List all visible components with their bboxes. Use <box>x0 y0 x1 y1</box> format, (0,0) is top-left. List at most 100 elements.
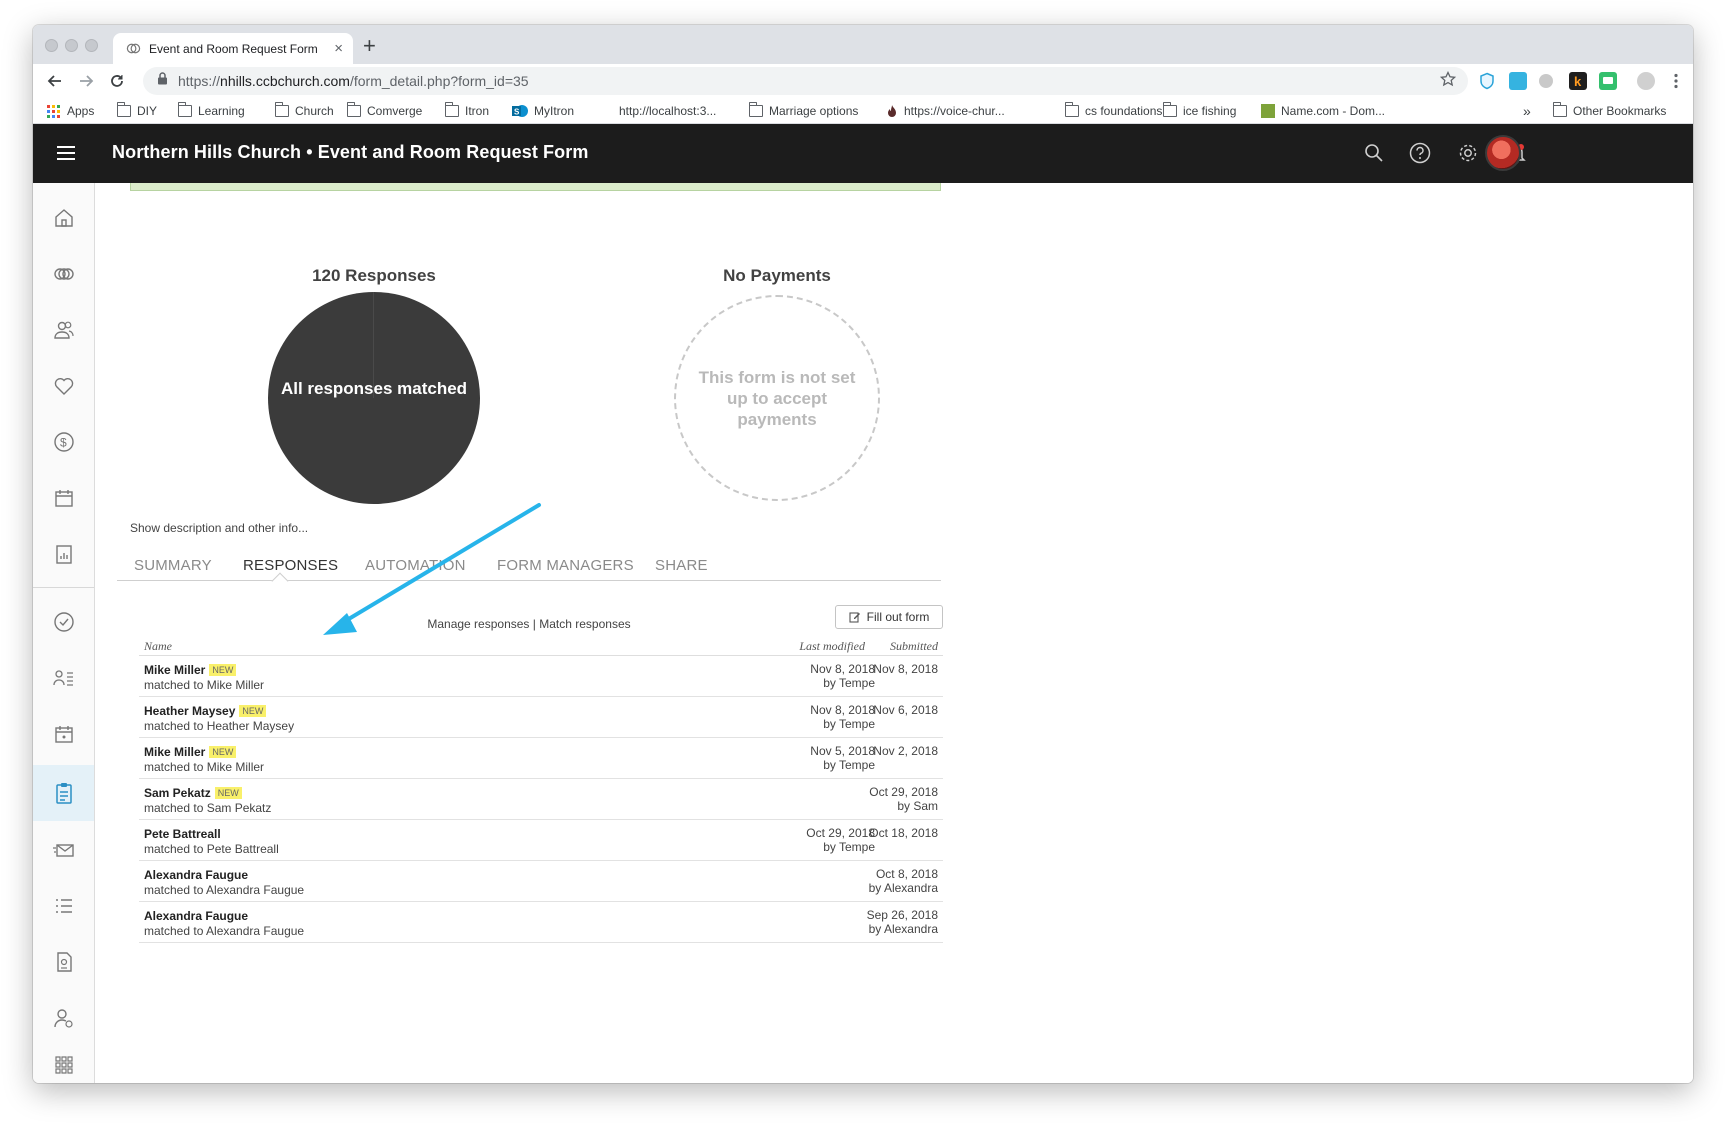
table-row[interactable]: Pete Battreall matched to Pete Battreall O… <box>139 820 943 861</box>
fill-out-form-button[interactable]: Fill out form <box>835 605 943 629</box>
bookmark-learning[interactable]: Learning <box>178 102 245 120</box>
submitted-date: Sep 26, 2018 <box>866 908 938 922</box>
header-name[interactable]: Name <box>144 639 172 654</box>
table-row[interactable]: Heather Maysey NEW matched to Heather Mays… <box>139 697 943 738</box>
response-name[interactable]: Mike Miller NEW <box>144 663 237 677</box>
header-submitted[interactable]: Submitted <box>835 639 938 654</box>
gear-icon[interactable] <box>1455 140 1481 166</box>
response-name[interactable]: Pete Battreall <box>144 827 221 841</box>
page-title: Northern Hills Church • Event and Room R… <box>112 142 589 162</box>
browser-tab[interactable]: Event and Room Request Form × <box>113 33 353 64</box>
manage-responses-link[interactable]: Manage responses <box>427 617 529 631</box>
profile-icon[interactable] <box>1637 72 1655 90</box>
bookmark-voice-church[interactable]: https://voice-chur... <box>886 102 1005 120</box>
tab-share[interactable]: SHARE <box>655 557 708 574</box>
bookmark-apps[interactable]: Apps <box>47 102 94 120</box>
response-name[interactable]: Alexandra Faugue <box>144 909 248 923</box>
edit-icon <box>849 612 860 623</box>
sidebar-item-forms[interactable] <box>33 765 94 821</box>
sidebar-item-apps[interactable] <box>33 1045 94 1083</box>
payments-title: No Payments <box>723 266 831 285</box>
new-badge: NEW <box>209 746 237 758</box>
close-window-button[interactable] <box>45 39 58 52</box>
response-name[interactable]: Heather Maysey NEW <box>144 704 267 718</box>
back-arrow-icon[interactable] <box>43 69 67 93</box>
tab-close-icon[interactable]: × <box>334 40 343 57</box>
sidebar-item-events[interactable] <box>33 709 94 759</box>
response-name[interactable]: Sam Pekatz NEW <box>144 786 242 800</box>
bookmarks-overflow-button[interactable]: » <box>1523 102 1531 120</box>
sidebar-item-reports[interactable] <box>33 529 94 579</box>
clipboard-icon <box>55 783 72 804</box>
response-name[interactable]: Alexandra Faugue <box>144 868 248 882</box>
bookmark-label: DIY <box>137 104 158 118</box>
bookmark-diy[interactable]: DIY <box>117 102 157 120</box>
minimize-window-button[interactable] <box>65 39 78 52</box>
people-list-icon <box>52 670 73 686</box>
sidebar-item-processes[interactable] <box>33 881 94 931</box>
forward-arrow-icon[interactable] <box>74 69 98 93</box>
url-path: /form_detail.php?form_id=35 <box>349 73 529 89</box>
matched-to-text: matched to Mike Miller <box>144 678 265 692</box>
bookmark-namecom[interactable]: Name.com - Dom... <box>1261 102 1385 120</box>
sidebar-item-home[interactable] <box>33 193 94 243</box>
sidebar-item-groups[interactable] <box>33 249 94 299</box>
show-description-link[interactable]: Show description and other info... <box>130 521 308 535</box>
response-name-text: Sam Pekatz <box>144 786 211 800</box>
help-icon[interactable] <box>1407 140 1433 166</box>
match-responses-link[interactable]: Match responses <box>539 617 630 631</box>
bookmark-church[interactable]: Church <box>275 102 334 120</box>
sidebar-item-calendar[interactable] <box>33 473 94 523</box>
search-icon[interactable] <box>1361 140 1387 166</box>
table-row[interactable]: Sam Pekatz NEW matched to Sam Pekatz Oct 29… <box>139 779 943 820</box>
response-name-text: Heather Maysey <box>144 704 236 718</box>
chat-extension-icon[interactable] <box>1599 72 1617 90</box>
annotation-arrow <box>323 503 541 635</box>
reload-icon[interactable] <box>105 69 129 93</box>
user-avatar[interactable] <box>1485 135 1521 171</box>
table-row[interactable]: Mike Miller NEW matched to Mike Miller Nov … <box>139 738 943 779</box>
sidebar-item-tasks[interactable] <box>33 597 94 647</box>
table-row[interactable]: Mike Miller NEW matched to Mike Miller Nov … <box>139 656 943 697</box>
tab-responses[interactable]: RESPONSES <box>243 557 338 574</box>
grid-icon <box>54 1056 73 1074</box>
sidebar-item-people[interactable] <box>33 305 94 355</box>
sidebar-item-attendance[interactable] <box>33 653 94 703</box>
last-modified-by: by Tempe <box>823 717 875 731</box>
star-bookmark-icon[interactable] <box>1439 70 1457 92</box>
menu-dots-icon[interactable] <box>1667 72 1685 90</box>
sidebar-item-giving[interactable]: $ <box>33 417 94 467</box>
k-extension-icon[interactable]: k <box>1569 72 1587 90</box>
new-tab-button[interactable]: + <box>363 33 376 59</box>
sidebar-item-care[interactable] <box>33 361 94 411</box>
address-bar[interactable]: https://nhills.ccbchurch.com/form_detail… <box>143 67 1468 95</box>
sidebar-item-profile[interactable] <box>33 993 94 1043</box>
bookmark-itron[interactable]: Itron <box>445 102 489 120</box>
bookmark-myitron[interactable]: S MyItron <box>512 102 574 120</box>
table-row[interactable]: Alexandra Faugue matched to Alexandra Fau… <box>139 902 943 943</box>
bookmark-cs-foundations[interactable]: cs foundations <box>1065 102 1162 120</box>
active-tab-indicator <box>271 572 289 590</box>
response-name[interactable]: Mike Miller NEW <box>144 745 237 759</box>
responses-pie-chart[interactable]: All responses matched <box>268 292 480 504</box>
maximize-window-button[interactable] <box>85 39 98 52</box>
sidebar-item-documents[interactable] <box>33 937 94 987</box>
hamburger-menu-icon[interactable] <box>57 146 75 160</box>
tab-summary[interactable]: SUMMARY <box>134 557 212 574</box>
submitted-by: by Alexandra <box>868 881 938 895</box>
submitted-by: by Alexandra <box>868 922 938 936</box>
circle-extension-icon[interactable] <box>1539 74 1553 88</box>
bookmark-marriage-options[interactable]: Marriage options <box>749 102 858 120</box>
submitted-date: Nov 6, 2018 <box>873 703 938 717</box>
bookmark-ice-fishing[interactable]: ice fishing <box>1163 102 1236 120</box>
bookmark-other-bookmarks[interactable]: Other Bookmarks <box>1553 102 1666 120</box>
table-row[interactable]: Alexandra Faugue matched to Alexandra Fau… <box>139 861 943 902</box>
shield-extension-icon[interactable] <box>1478 72 1496 90</box>
bookmark-extension-icon[interactable] <box>1509 72 1527 90</box>
bookmark-comverge[interactable]: Comverge <box>347 102 422 120</box>
folder-icon <box>117 102 131 117</box>
bookmark-localhost[interactable]: http://localhost:3... <box>619 102 716 120</box>
bookmark-label: Learning <box>198 104 245 118</box>
sidebar-item-communications[interactable] <box>33 825 94 875</box>
tab-form-managers[interactable]: FORM MANAGERS <box>497 557 634 574</box>
